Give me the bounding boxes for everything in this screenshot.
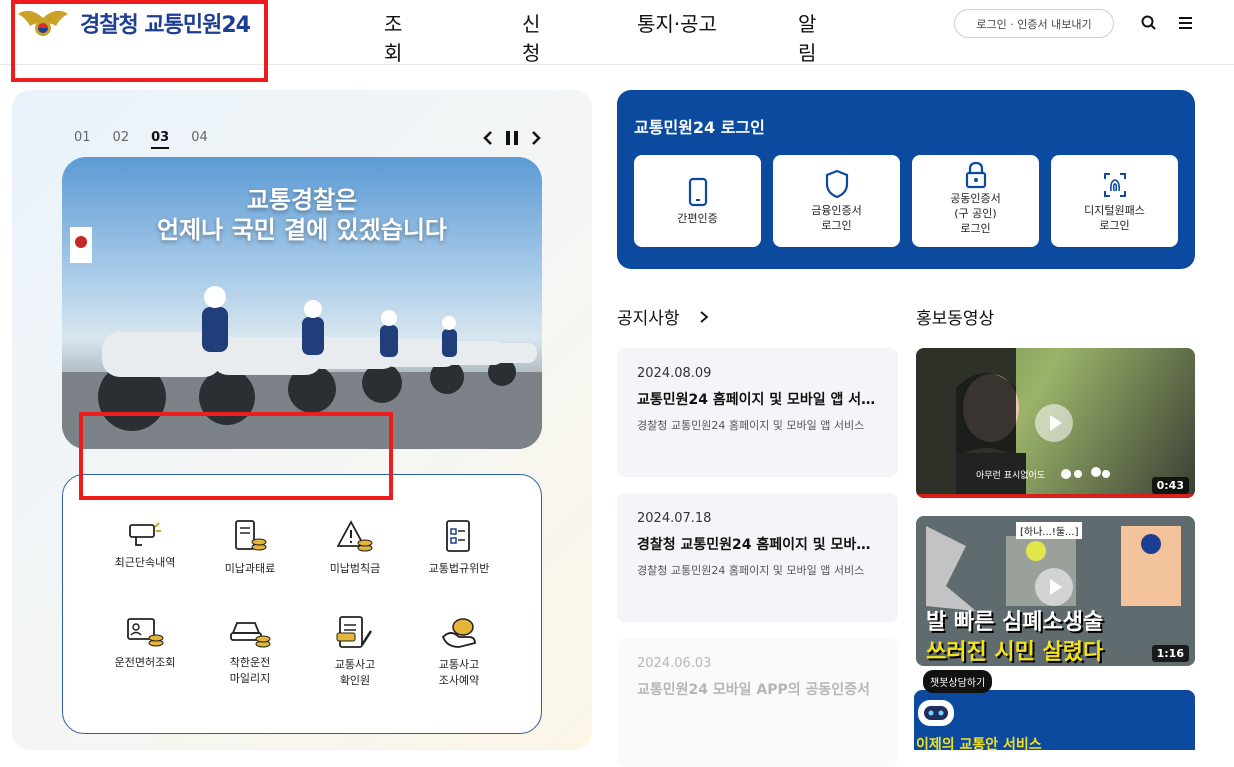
bill-coins-icon <box>235 520 267 551</box>
carousel-page-3[interactable]: 03 <box>151 130 170 149</box>
auth-label: 간편인증 <box>677 212 718 225</box>
video-caption-line-1: 발 빠른 심폐소생술 <box>926 610 1104 635</box>
service-accident-reservation[interactable]: 교통사고 조사예약 <box>409 615 509 689</box>
banner-headline: 교통경찰은 언제나 국민 곁에 있겠습니다 <box>62 185 542 245</box>
nav-item-notice[interactable]: 통지·공고 <box>637 8 757 37</box>
chevron-right-icon[interactable] <box>530 130 542 146</box>
chevron-left-icon[interactable] <box>482 130 494 146</box>
login-joint-cert-button[interactable]: 공동인증서 (구 공인) 로그인 <box>912 155 1039 247</box>
service-unpaid-fine[interactable]: 미납과태료 <box>200 519 300 577</box>
site-header: 경찰청 교통민원24 조회 신청 통지·공고 알림 로그인 · 인증서 내보내기 <box>0 0 1234 82</box>
services-highlight-box <box>79 412 393 500</box>
service-label: 운전면허조회 <box>114 656 176 669</box>
piggy-bank-icon <box>441 618 476 648</box>
auth-label: 디지털원패스 로그인 <box>1084 204 1145 232</box>
nav-item-alert[interactable]: 알림 <box>798 8 816 66</box>
play-icon[interactable] <box>1035 568 1073 606</box>
carousel-page-4[interactable]: 04 <box>191 130 208 149</box>
login-simple-auth-button[interactable]: 간편인증 <box>634 155 761 247</box>
chatbot-robot-icon[interactable] <box>914 694 958 730</box>
service-accident-certificate[interactable]: 교통사고 확인원 <box>305 615 405 689</box>
login-panel: 교통민원24 로그인 간편인증 금융인증서 로그인 공동인증서 (구 공인) 로… <box>617 90 1195 269</box>
carousel-page-1[interactable]: 01 <box>74 130 91 149</box>
service-recent-enforcement[interactable]: 최근단속내역 <box>95 519 195 571</box>
warning-coins-icon <box>337 520 373 552</box>
login-financial-cert-button[interactable]: 금융인증서 로그인 <box>773 155 900 247</box>
service-label: 최근단속내역 <box>114 556 176 569</box>
service-label: 교통사고 조사예약 <box>438 658 480 687</box>
service-traffic-violation[interactable]: 교통법규위반 <box>409 519 509 577</box>
service-label: 착한운전 마일리지 <box>229 656 271 685</box>
phone-icon <box>688 177 707 207</box>
notice-card[interactable]: 2024.06.03 교통민원24 모바일 APP의 공동인증서 <box>617 638 898 767</box>
notice-title: 교통민원24 홈페이지 및 모바일 앱 서비스 중단 안내 <box>637 392 878 408</box>
logo-highlight-box <box>11 0 268 82</box>
promo-banner[interactable]: 이제의 교통안 서비스 <box>914 690 1195 753</box>
carousel-banner[interactable]: 교통경찰은 언제나 국민 곁에 있겠습니다 <box>62 157 542 449</box>
notice-date: 2024.08.09 <box>637 366 712 381</box>
carousel-controls <box>482 130 542 146</box>
service-unpaid-penalty[interactable]: 미납범칙금 <box>305 519 405 577</box>
chevron-right-icon <box>700 311 709 323</box>
notice-title: 경찰청 교통민원24 홈페이지 및 모바일 앱 <box>637 537 878 553</box>
banner-line-1: 교통경찰은 <box>246 186 358 214</box>
quick-services-box: 최근단속내역 미납과태료 미납범칙금 교통법규위반 운전면허조회 착한운전 마일… <box>62 474 542 734</box>
hamburger-menu-icon[interactable] <box>1177 14 1195 32</box>
service-license-inquiry[interactable]: 운전면허조회 <box>95 615 195 671</box>
video-card[interactable]: 아무런 표시없어도 0:43 <box>916 348 1195 498</box>
car-coins-icon <box>230 622 271 648</box>
login-export-button[interactable]: 로그인 · 인증서 내보내기 <box>954 9 1114 38</box>
service-label: 교통사고 확인원 <box>334 658 376 687</box>
video-caption-line-2: 쓰러진 시민 살렸다 <box>926 640 1104 665</box>
video-caption: 아무런 표시없어도 <box>976 471 1046 481</box>
nav-item-inquiry[interactable]: 조회 <box>384 8 402 66</box>
auth-label: 금융인증서 로그인 <box>811 204 862 232</box>
document-pen-icon <box>336 616 373 648</box>
service-label: 미납범칙금 <box>329 562 381 575</box>
notice-card[interactable]: 2024.08.09 교통민원24 홈페이지 및 모바일 앱 서비스 중단 안내… <box>617 348 898 477</box>
license-card-icon <box>127 618 164 647</box>
notice-title: 교통민원24 모바일 APP의 공동인증서 <box>637 682 870 698</box>
video-duration: 0:43 <box>1151 477 1189 494</box>
carousel-pager: 01 02 03 04 <box>74 130 208 149</box>
camera-speed-icon <box>129 522 161 546</box>
fingerprint-icon <box>1103 173 1126 197</box>
checklist-icon <box>446 520 470 552</box>
nav-item-apply[interactable]: 신청 <box>522 8 540 66</box>
service-good-driving-mileage[interactable]: 착한운전 마일리지 <box>200 615 300 687</box>
promo-text: 이제의 교통안 서비스 <box>916 737 1042 753</box>
video-tag: [하나...!둘...] <box>1016 522 1083 539</box>
carousel-page-2[interactable]: 02 <box>113 130 130 149</box>
notices-section-title[interactable]: 공지사항 <box>617 304 709 329</box>
shield-icon <box>825 169 848 199</box>
notice-desc: 경찰청 교통민원24 홈페이지 및 모바일 앱 서비스 <box>637 564 865 577</box>
notice-desc: 경찰청 교통민원24 홈페이지 및 모바일 앱 서비스 <box>637 419 865 432</box>
lock-icon <box>965 161 986 189</box>
login-digital-onepass-button[interactable]: 디지털원패스 로그인 <box>1051 155 1178 247</box>
service-label: 미납과태료 <box>224 562 276 575</box>
play-icon[interactable] <box>1035 404 1073 442</box>
videos-section-title: 홍보동영상 <box>916 309 995 329</box>
search-icon[interactable] <box>1140 14 1158 32</box>
banner-line-2: 언제나 국민 곁에 있겠습니다 <box>156 216 448 244</box>
login-title: 교통민원24 로그인 <box>634 118 765 137</box>
notice-date: 2024.07.18 <box>637 511 712 526</box>
notice-date: 2024.06.03 <box>637 656 712 671</box>
chatbot-label[interactable]: 챗봇상담하기 <box>923 670 993 693</box>
auth-label: 공동인증서 (구 공인) 로그인 <box>950 192 1001 235</box>
video-duration: 1:16 <box>1151 645 1189 662</box>
video-card[interactable]: [하나...!둘...] 발 빠른 심폐소생술 쓰러진 시민 살렸다 1:16 <box>916 516 1195 666</box>
service-label: 교통법규위반 <box>428 562 490 575</box>
pause-icon[interactable] <box>504 130 520 146</box>
notices-title-text: 공지사항 <box>617 309 680 329</box>
notice-card[interactable]: 2024.07.18 경찰청 교통민원24 홈페이지 및 모바일 앱 경찰청 교… <box>617 493 898 622</box>
